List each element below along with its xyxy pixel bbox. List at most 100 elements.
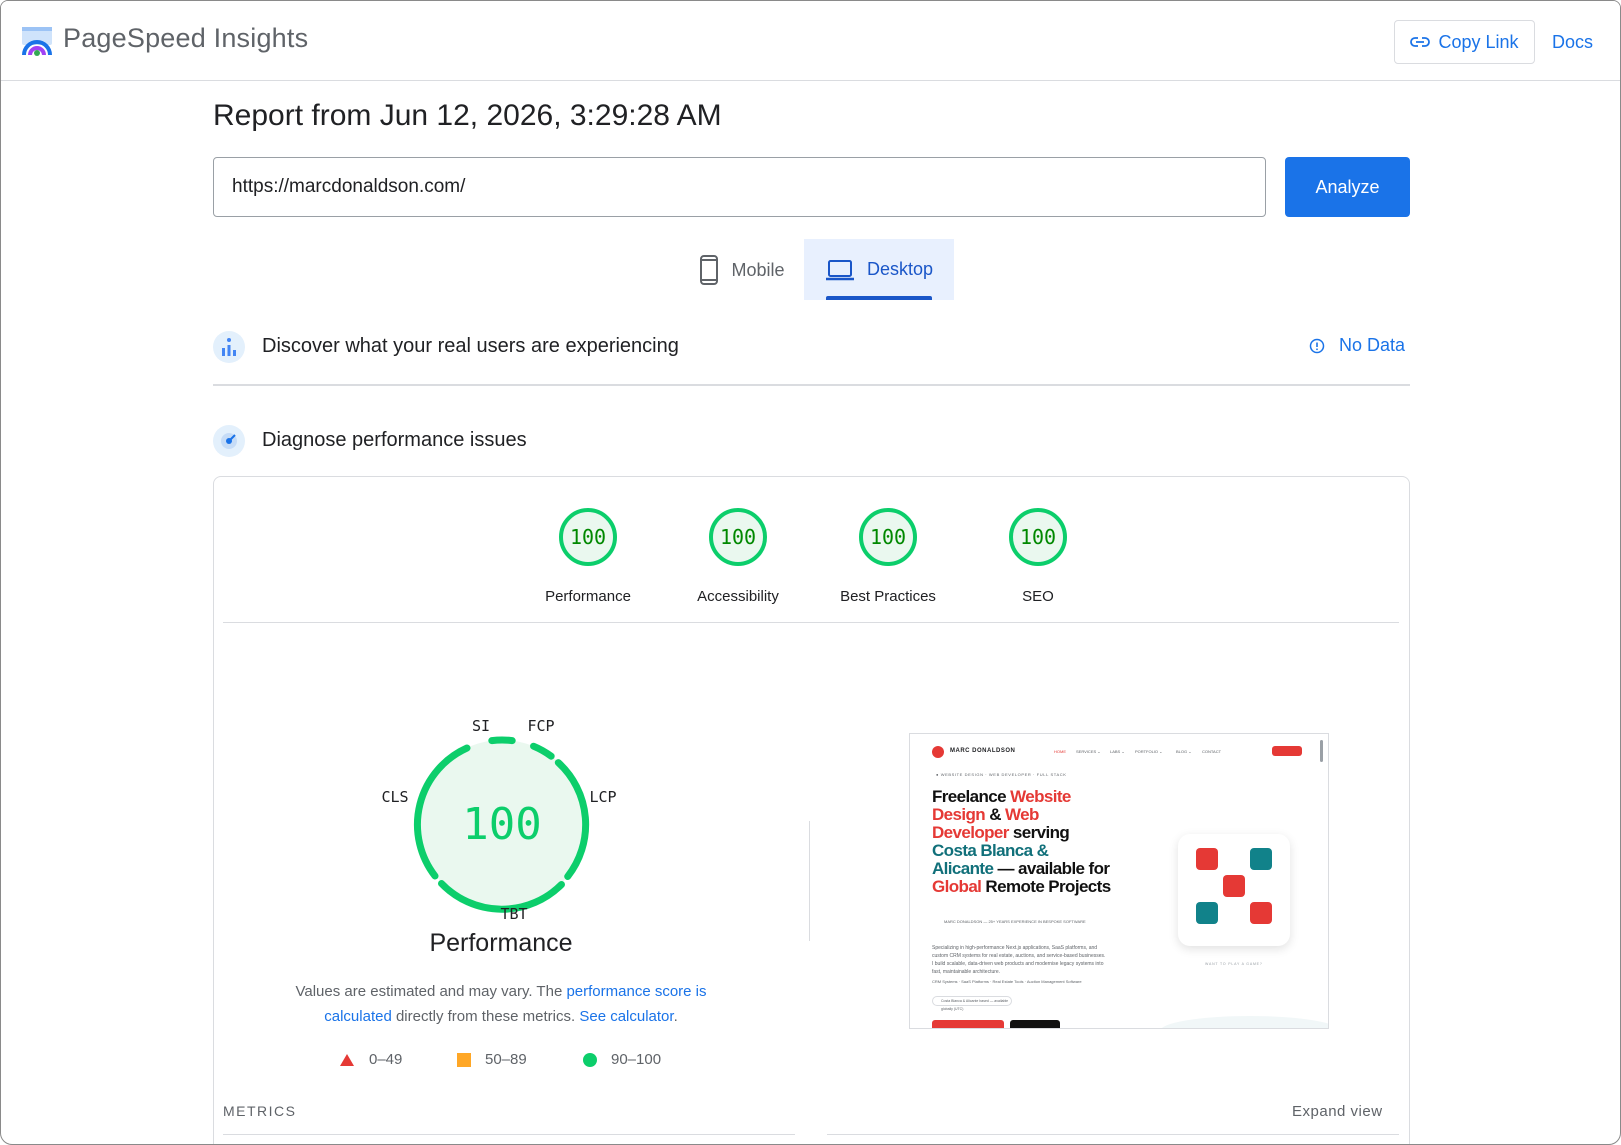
- preview-primary-button: [932, 1020, 1004, 1028]
- gauges-divider: [223, 622, 1399, 623]
- score-value: 100: [720, 525, 756, 549]
- tab-mobile[interactable]: Mobile: [681, 241, 803, 299]
- copy-link-button[interactable]: Copy Link: [1394, 20, 1535, 64]
- preview-decoration: [1160, 1016, 1328, 1028]
- preview-body-tags: CRM Systems · SaaS Platforms · Real Esta…: [932, 979, 1082, 984]
- gauge-label-si: SI: [472, 717, 490, 735]
- game-tile: [1250, 848, 1272, 870]
- performance-metric-gauge: 100 SI FCP LCP TBT CLS: [381, 717, 616, 923]
- gauge-label-tbt: TBT: [500, 905, 527, 923]
- score-gauge-performance[interactable]: 100 Performance: [513, 507, 663, 605]
- tab-mobile-label: Mobile: [731, 259, 785, 280]
- preview-menu-item: BLOG ⌄: [1176, 749, 1192, 754]
- game-tile: [1196, 902, 1218, 924]
- preview-play-label: WANT TO PLAY A GAME?: [1205, 962, 1263, 966]
- preview-tagline: ● WEBSITE DESIGN · WEB DEVELOPER · FULL …: [936, 772, 1067, 777]
- headline-part: Remote Projects: [981, 877, 1111, 896]
- tab-desktop[interactable]: Desktop: [804, 239, 954, 300]
- headline-part: Global: [932, 877, 982, 896]
- score-ring: 100: [559, 508, 617, 566]
- headline-part: &: [985, 805, 1006, 824]
- performance-note: Values are estimated and may vary. The p…: [271, 979, 731, 1029]
- preview-logo-icon: [932, 746, 944, 758]
- score-label: SEO: [1022, 588, 1054, 605]
- preview-menu-item: CONTACT: [1202, 749, 1222, 754]
- preview-body: Specializing in high-performance Next.js…: [932, 944, 1107, 986]
- si-arc: [488, 736, 516, 745]
- app-title[interactable]: PageSpeed Insights: [63, 23, 308, 54]
- game-tile: [1196, 848, 1218, 870]
- headline-part: Freelance: [932, 787, 1011, 806]
- preview-scrollbar: [1320, 740, 1323, 762]
- score-ring: 100: [709, 508, 767, 566]
- preview-logo-text: MARC DONALDSON: [950, 748, 1016, 754]
- active-tab-indicator: [826, 296, 932, 300]
- score-label: Performance: [545, 588, 631, 605]
- section-divider: [213, 384, 1410, 386]
- metrics-divider: [223, 1134, 795, 1135]
- preview-body-text: Specializing in high-performance Next.js…: [932, 945, 1106, 975]
- legend-range: 50–89: [485, 1051, 527, 1068]
- no-data-label: No Data: [1339, 335, 1406, 355]
- field-data-icon: [213, 331, 245, 363]
- legend-range: 0–49: [369, 1051, 403, 1068]
- final-screenshot-preview[interactable]: MARC DONALDSON HOME SERVICES ⌄ LABS ⌄ PO…: [909, 733, 1329, 1029]
- preview-nav: MARC DONALDSON HOME SERVICES ⌄ LABS ⌄ PO…: [910, 734, 1328, 764]
- tab-desktop-label: Desktop: [866, 259, 934, 279]
- score-ring: 100: [859, 508, 917, 566]
- field-data-title: Discover what your real users are experi…: [262, 335, 679, 357]
- lighthouse-icon: [221, 433, 237, 449]
- gauge-label-cls: CLS: [381, 788, 408, 806]
- score-value: 100: [570, 525, 606, 549]
- preview-secondary-button: [1010, 1020, 1060, 1028]
- browser-window: PageSpeed Insights Copy Link Docs Report…: [0, 0, 1621, 1145]
- green-circle-icon: [583, 1052, 597, 1067]
- note-text: directly from these metrics.: [391, 1008, 580, 1025]
- preview-menu-item: PORTFOLIO ⌄: [1135, 749, 1163, 754]
- preview-menu-item: SERVICES ⌄: [1076, 749, 1101, 754]
- note-text: Values are estimated and may vary. The: [295, 983, 567, 1000]
- see-calculator-link[interactable]: See calculator: [579, 1008, 673, 1025]
- score-gauge-accessibility[interactable]: 100 Accessibility: [663, 507, 813, 605]
- preview-menu-item: LABS ⌄: [1110, 749, 1125, 754]
- headline-part: — available for: [993, 859, 1110, 878]
- copy-link-label: Copy Link: [1438, 31, 1519, 52]
- legend-item-average: 50–89: [457, 1051, 527, 1068]
- score-value: 100: [870, 525, 906, 549]
- game-tile: [1223, 875, 1245, 897]
- top-bar: PageSpeed Insights Copy Link Docs: [1, 1, 1620, 81]
- preview-headline: Freelance Website Design & Web Developer…: [932, 788, 1112, 896]
- diagnose-title: Diagnose performance issues: [262, 429, 527, 451]
- laptop-icon: [825, 259, 854, 280]
- note-text: .: [673, 1008, 678, 1025]
- headline-part: serving: [1008, 823, 1070, 842]
- pagespeed-logo-icon[interactable]: [21, 25, 53, 57]
- diagnose-icon: [213, 425, 245, 457]
- preview-subline: MARC DONALDSON — 25+ YEARS EXPERIENCE IN…: [944, 919, 1086, 924]
- score-gauge-seo[interactable]: 100 SEO: [963, 507, 1113, 605]
- metrics-heading: METRICS: [223, 1103, 297, 1119]
- performance-heading: Performance: [429, 929, 573, 957]
- preview-cta-button: [1272, 746, 1302, 756]
- game-tile: [1250, 902, 1272, 924]
- legend-item-good: 90–100: [583, 1051, 661, 1068]
- score-label: Accessibility: [697, 588, 779, 605]
- preview-game-card: [1178, 834, 1290, 946]
- red-triangle-icon: [340, 1053, 354, 1066]
- expand-view-toggle[interactable]: Expand view: [1292, 1103, 1383, 1120]
- report-title: Report from Jun 12, 2026, 3:29:28 AM: [213, 99, 722, 132]
- performance-score-value: 100: [462, 799, 541, 850]
- preview-location-pill: Costa Blanca & Alicante based — availabl…: [932, 996, 1012, 1011]
- analyze-button[interactable]: Analyze: [1285, 157, 1410, 217]
- gauge-label-fcp: FCP: [527, 717, 554, 735]
- docs-link[interactable]: Docs: [1552, 32, 1593, 53]
- vertical-divider: [809, 821, 810, 941]
- no-data-indicator[interactable]: No Data: [1309, 335, 1405, 356]
- preview-menu-item: HOME: [1054, 749, 1066, 754]
- users-chart-icon: [222, 338, 236, 356]
- score-ring: 100: [1009, 508, 1067, 566]
- url-input[interactable]: [213, 157, 1266, 217]
- score-gauge-best-practices[interactable]: 100 Best Practices: [813, 507, 963, 605]
- link-icon: [1410, 37, 1431, 47]
- metrics-divider: [827, 1134, 1399, 1135]
